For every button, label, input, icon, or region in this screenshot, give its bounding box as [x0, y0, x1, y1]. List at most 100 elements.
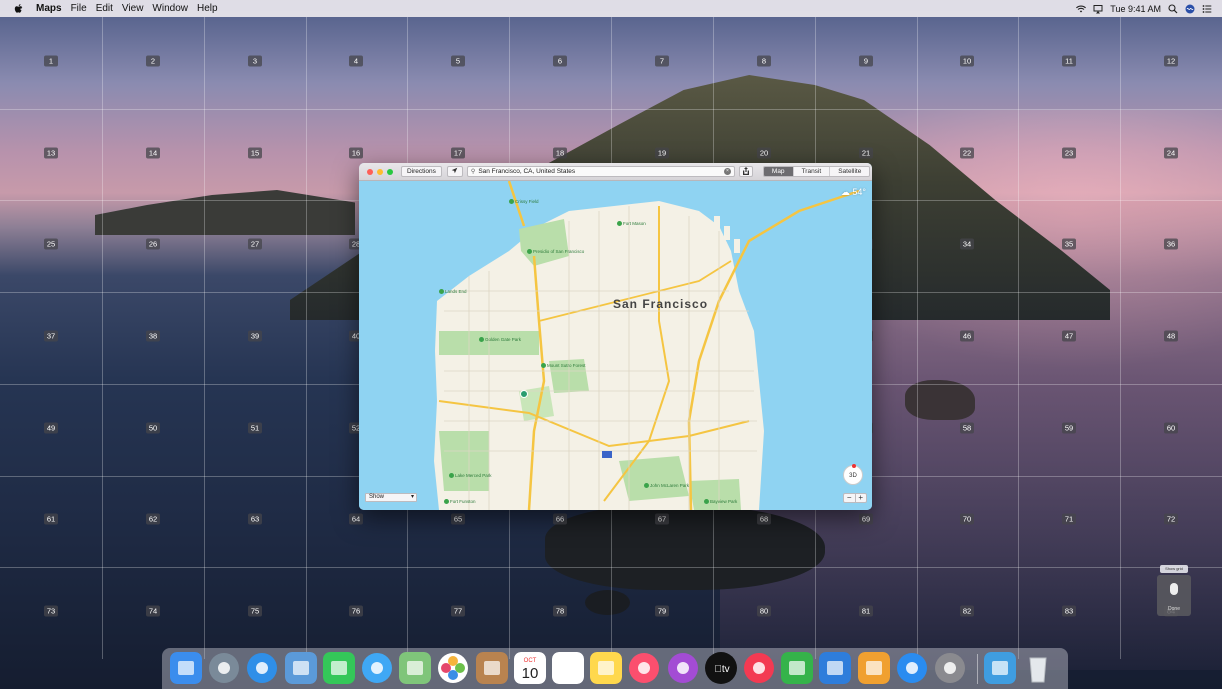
dock-safari-icon[interactable] — [246, 652, 278, 684]
directions-button[interactable]: Directions — [401, 166, 442, 177]
zoom-out-button[interactable]: − — [844, 494, 856, 502]
poi-presidio[interactable]: Presidio of San Francisco — [527, 249, 584, 255]
grid-cell-label: 76 — [349, 605, 363, 617]
show-label: Show — [369, 494, 385, 500]
dictation-tooltip: Show grid — [1160, 565, 1188, 573]
poi-fort-funston[interactable]: Fort Funston — [444, 499, 476, 505]
clear-search-icon[interactable]: × — [723, 168, 731, 175]
dictation-panel[interactable]: Done — [1157, 575, 1191, 616]
park-icon — [444, 499, 449, 505]
microphone-icon — [1170, 583, 1178, 595]
dock-finder-icon[interactable] — [170, 652, 202, 684]
park-icon — [479, 337, 484, 343]
poi-john-mclaren[interactable]: John McLaren Park — [644, 483, 689, 489]
weather-temperature: ☁ 54° — [841, 187, 866, 198]
menu-file[interactable]: File — [71, 3, 87, 14]
zoom-window-button[interactable] — [387, 168, 393, 175]
dock: OCT10 tv — [162, 648, 1068, 689]
menu-app-name[interactable]: Maps — [36, 3, 62, 14]
grid-cell-label: 78 — [553, 605, 567, 617]
svg-text:OCT: OCT — [524, 658, 537, 664]
dictation-done-button[interactable]: Done — [1157, 606, 1191, 612]
grid-vertical-line — [102, 17, 103, 659]
dock-downloads-icon[interactable] — [984, 652, 1016, 684]
menubar-clock[interactable]: Tue 9:41 AM — [1110, 4, 1161, 14]
notification-center-icon[interactable] — [1202, 4, 1212, 14]
grid-cell-label: 10 — [960, 55, 974, 67]
map-graphic — [434, 181, 860, 510]
grid-cell-label: 63 — [248, 513, 262, 525]
dock-photos-icon[interactable] — [437, 652, 469, 684]
dock-launchpad-icon[interactable] — [208, 652, 240, 684]
close-window-button[interactable] — [367, 168, 373, 175]
grid-cell-label: 79 — [655, 605, 669, 617]
poi-label: Fort Funston — [450, 499, 476, 504]
dock-news-icon[interactable] — [743, 652, 775, 684]
park-icon — [509, 199, 514, 205]
wallpaper-rock — [545, 505, 825, 590]
dock-system-preferences-icon[interactable] — [934, 652, 966, 684]
grid-cell-label: 73 — [44, 605, 58, 617]
poi-label: Crissy Field — [515, 199, 539, 204]
menu-window[interactable]: Window — [152, 3, 188, 14]
grid-cell-label: 11 — [1062, 55, 1076, 67]
poi-label: Fort Mason — [623, 221, 646, 226]
compass-north-marker — [852, 464, 856, 468]
menubar: Maps File Edit View Window Help Tue 9:41… — [0, 0, 1222, 17]
dock-tv-icon[interactable]: tv — [705, 652, 737, 684]
svg-text:tv: tv — [714, 664, 729, 675]
menu-edit[interactable]: Edit — [96, 3, 113, 14]
airplay-display-icon[interactable] — [1093, 4, 1103, 14]
map-canvas[interactable]: ☁ 54° San Francisco Fort Mason Presidio … — [359, 181, 872, 510]
dock-maps-icon[interactable] — [399, 652, 431, 684]
dock-mail-icon[interactable] — [285, 652, 317, 684]
dock-notes-icon[interactable] — [590, 652, 622, 684]
dock-trash-icon[interactable] — [1022, 652, 1054, 684]
share-button[interactable] — [738, 166, 753, 177]
dock-contacts-icon[interactable] — [476, 652, 508, 684]
poi-crissy-field[interactable]: Crissy Field — [509, 199, 539, 205]
zoom-in-button[interactable]: + — [856, 494, 867, 502]
menu-help[interactable]: Help — [197, 3, 218, 14]
dock-music-icon[interactable] — [628, 652, 660, 684]
poi-lands-end[interactable]: Lands End — [439, 289, 467, 295]
grid-cell-label: 3 — [248, 55, 262, 67]
siri-icon[interactable] — [1185, 4, 1195, 14]
poi-fort-mason[interactable]: Fort Mason — [617, 221, 646, 227]
park-icon — [617, 221, 622, 227]
search-field[interactable]: ⚲ San Francisco, CA, United States × — [466, 166, 735, 177]
wallpaper-rock — [585, 590, 630, 615]
3d-toggle-button[interactable]: 3D — [846, 469, 860, 483]
poi-mount-sutro[interactable]: Mount Sutro Forest — [541, 363, 586, 369]
current-location-button[interactable] — [446, 166, 463, 177]
grid-cell-label: 6 — [553, 55, 567, 67]
grid-cell-label: 15 — [248, 147, 262, 159]
apple-menu-icon[interactable] — [14, 3, 28, 15]
dock-app-store-icon[interactable] — [896, 652, 928, 684]
wifi-icon[interactable] — [1076, 4, 1087, 14]
minimize-window-button[interactable] — [377, 168, 383, 175]
dock-messages-icon[interactable] — [361, 652, 393, 684]
grid-cell-label: 65 — [451, 513, 465, 525]
dock-facetime-icon[interactable] — [323, 652, 355, 684]
dock-keynote-icon[interactable] — [819, 652, 851, 684]
dock-calendar-icon[interactable]: OCT 10 — [514, 652, 546, 684]
grid-cell-label: 2 — [146, 55, 160, 67]
wallpaper-rock — [905, 380, 975, 420]
poi-lake-merced[interactable]: Lake Merced Park — [449, 473, 492, 479]
dock-podcasts-icon[interactable] — [667, 652, 699, 684]
poi-golden-gate-park[interactable]: Golden Gate Park — [479, 337, 521, 343]
grid-cell-label: 4 — [349, 55, 363, 67]
grid-cell-label: 75 — [248, 605, 262, 617]
tab-satellite[interactable]: Satellite — [829, 167, 870, 176]
dock-numbers-icon[interactable] — [781, 652, 813, 684]
poi-bayview-park[interactable]: Bayview Park — [704, 499, 737, 505]
tab-transit[interactable]: Transit — [792, 167, 830, 176]
show-popup-button[interactable]: Show ▾ — [365, 493, 417, 502]
dock-pages-icon[interactable] — [858, 652, 890, 684]
menu-view[interactable]: View — [122, 3, 144, 14]
tab-map[interactable]: Map — [763, 167, 793, 176]
grid-cell-label: 38 — [146, 330, 160, 342]
dock-reminders-icon[interactable] — [552, 652, 584, 684]
spotlight-search-icon[interactable] — [1168, 3, 1178, 14]
